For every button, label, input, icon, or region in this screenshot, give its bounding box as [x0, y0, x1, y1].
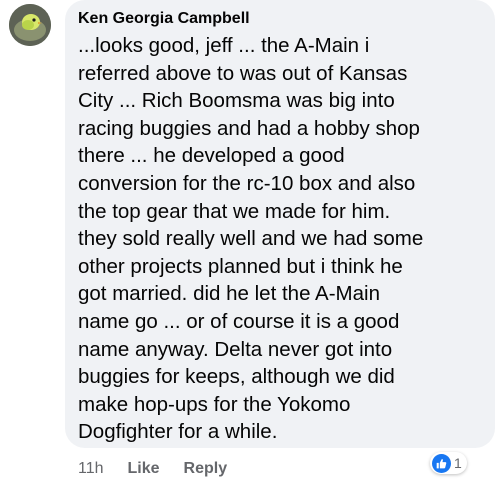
comment-author[interactable]: Ken Georgia Campbell [78, 8, 250, 30]
comment-text: ...looks good, jeff ... the A-Main i refe… [78, 32, 423, 446]
comment-line: the top gear that we made for him. [78, 199, 391, 223]
comment-line: got married. did he let the A-Main [78, 282, 380, 306]
comment-line: racing buggies and had a hobby shop [78, 116, 420, 140]
avatar[interactable] [9, 4, 51, 46]
comment-line: City ... Rich Boomsma was big into [78, 89, 395, 113]
comment-line: make hop-ups for the Yokomo [78, 392, 351, 416]
comment-line: there ... he developed a good [78, 144, 345, 168]
comment-bubble: Ken Georgia Campbell ...looks good, jeff… [65, 0, 495, 448]
comment-line: name go ... or of course it is a good [78, 309, 400, 333]
reaction-summary[interactable]: 1 [430, 452, 467, 474]
reply-button[interactable]: Reply [184, 459, 228, 479]
comment-line: buggies for keeps, although we did [78, 365, 395, 389]
comment-line: conversion for the rc-10 box and also [78, 171, 416, 195]
like-button[interactable]: Like [128, 459, 160, 479]
comment-actions: 11h Like Reply [78, 459, 227, 479]
reaction-count: 1 [454, 455, 462, 471]
comment-line: ...looks good, jeff ... the A-Main i [78, 34, 370, 57]
comment-line: other projects planned but i think he [78, 254, 403, 278]
comment-line: they sold really well and we had some [78, 227, 424, 251]
like-thumb-icon [432, 453, 451, 473]
comment-line: referred above to was out of Kansas [78, 61, 408, 85]
timestamp[interactable]: 11h [78, 459, 104, 479]
comment-line: name anyway. Delta never got into [78, 337, 393, 361]
comment-line: Dogfighter for a while. [78, 420, 278, 444]
